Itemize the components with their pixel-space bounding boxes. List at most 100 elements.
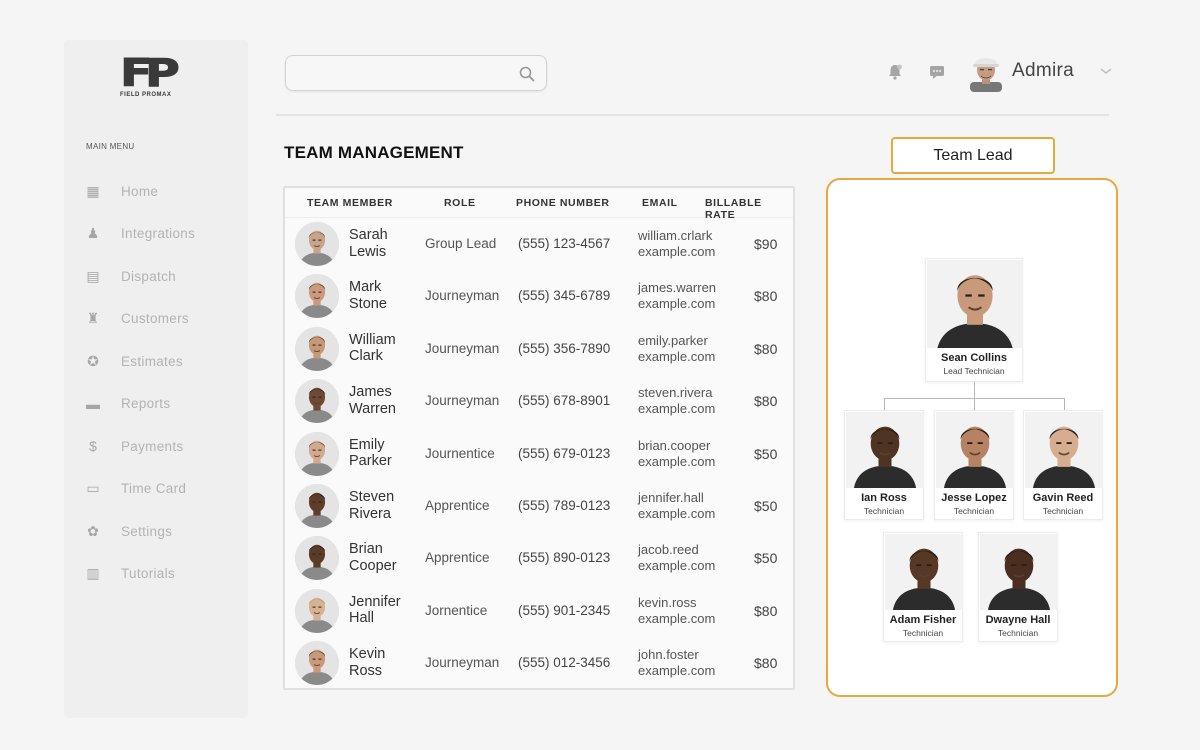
- member-billable-rate: $80: [754, 655, 778, 672]
- member-name: Jennifer Hall: [349, 594, 417, 627]
- search-input[interactable]: [286, 56, 506, 90]
- member-role: Journeyman: [425, 655, 500, 671]
- lead-card[interactable]: Sean Collins Lead Technician: [925, 256, 1023, 382]
- member-last-name: Cooper: [349, 557, 397, 574]
- member-photo: [1025, 411, 1103, 489]
- member-email-user: jennifer.hall: [638, 490, 704, 505]
- username[interactable]: Admira: [1012, 60, 1074, 82]
- table-row[interactable]: Sarah Lewis Group Lead (555) 123-4567 willia…: [285, 218, 793, 270]
- table-row[interactable]: Steven Rivera Apprentice (555) 789-0123 jenn…: [285, 480, 793, 532]
- member-name: Emily Parker: [349, 437, 417, 470]
- member-avatar: [295, 484, 339, 528]
- sidebar-item-label: Dispatch: [121, 268, 176, 284]
- member-name: William Clark: [349, 332, 417, 365]
- chevron-down-icon[interactable]: [1099, 66, 1113, 76]
- notification-bell-icon[interactable]: [886, 63, 904, 81]
- logo-mark: FP: [119, 51, 180, 95]
- member-first-name: Emily: [349, 436, 385, 453]
- user-avatar[interactable]: [970, 52, 1002, 92]
- member-last-name: Lewis: [349, 243, 387, 260]
- sidebar-item-settings[interactable]: ✿ Settings: [82, 510, 242, 553]
- table-row[interactable]: Emily Parker Journentice (555) 679-0123 bria…: [285, 428, 793, 480]
- member-phone: (555) 679-0123: [518, 445, 611, 461]
- member-last-name: Hall: [349, 610, 374, 627]
- member-card[interactable]: Ian Ross Technician: [844, 410, 924, 520]
- member-card[interactable]: Adam Fisher Technician: [883, 532, 963, 642]
- main-menu: ▦ Home ♟ Integrations ▤ Dispatch ♜ Customers ✪ Es…: [82, 170, 242, 595]
- team-lead-button[interactable]: Team Lead: [891, 137, 1055, 174]
- sidebar-item-customers[interactable]: ♜ Customers: [82, 298, 242, 341]
- member-email[interactable]: kevin.ross example.com: [638, 595, 734, 627]
- sidebar-item-integrations[interactable]: ♟ Integrations: [82, 213, 242, 256]
- member-email[interactable]: steven.rivera example.com: [638, 385, 734, 417]
- table-row[interactable]: Kevin Ross Journeyman (555) 012-3456 john.fo…: [285, 637, 793, 689]
- member-role: Apprentice: [425, 498, 490, 513]
- member-first-name: James: [349, 384, 392, 401]
- member-last-name: Warren: [349, 400, 396, 417]
- member-email[interactable]: william.crlark example.com: [638, 228, 734, 260]
- member-email-user: brian.cooper: [638, 437, 711, 453]
- sidebar-item-home[interactable]: ▦ Home: [82, 170, 242, 213]
- member-email[interactable]: john.foster example.com: [638, 647, 734, 679]
- table-row[interactable]: Jennifer Hall Jornentice (555) 901-2345 kevi…: [285, 585, 793, 637]
- chat-icon[interactable]: [928, 63, 946, 81]
- sidebar-item-payments[interactable]: $ Payments: [82, 425, 242, 468]
- column-header-phone[interactable]: PHONE NUMBER: [516, 197, 610, 209]
- group-icon: ♜: [86, 310, 100, 327]
- sidebar-item-label: Time Card: [121, 481, 187, 497]
- sidebar-item-label: Home: [121, 183, 159, 199]
- member-avatar: [295, 326, 339, 371]
- column-header-role[interactable]: ROLE: [444, 197, 476, 209]
- member-phone: (555) 789-0123: [518, 498, 611, 513]
- member-email[interactable]: jennifer.hall example.com: [638, 490, 734, 522]
- member-email[interactable]: emily.parker example.com: [638, 333, 734, 365]
- member-email-domain: example.com: [638, 348, 716, 364]
- member-role: Journeyman: [425, 340, 500, 356]
- member-card[interactable]: Dwayne Hall Technician: [978, 532, 1058, 642]
- member-last-name: Clark: [349, 348, 383, 365]
- member-phone: (555) 901-2345: [518, 602, 611, 618]
- sidebar-item-reports[interactable]: ▬ Reports: [82, 383, 242, 426]
- logo[interactable]: FP FIELD PROMAX: [119, 54, 190, 102]
- sidebar-item-tutorials[interactable]: ▥ Tutorials: [82, 553, 242, 596]
- search-icon[interactable]: [518, 65, 536, 83]
- calendar-icon: ▤: [86, 267, 100, 284]
- user-icon: ♟: [86, 225, 100, 242]
- member-card[interactable]: Jesse Lopez Technician: [934, 410, 1014, 520]
- column-header-team-member[interactable]: TEAM MEMBER: [307, 197, 393, 209]
- member-avatar: [295, 274, 339, 319]
- member-email-user: james.warren: [638, 280, 717, 296]
- table-row[interactable]: Mark Stone Journeyman (555) 345-6789 james.w…: [285, 270, 793, 322]
- column-header-email[interactable]: EMAIL: [642, 197, 678, 209]
- member-card[interactable]: Gavin Reed Technician: [1023, 410, 1103, 520]
- member-avatar: [295, 379, 339, 424]
- sidebar-item-estimates[interactable]: ✪ Estimates: [82, 340, 242, 383]
- table-row[interactable]: Brian Cooper Apprentice (555) 890-0123 jacob…: [285, 532, 793, 584]
- member-email-user: steven.rivera: [638, 385, 713, 401]
- sidebar-item-label: Settings: [121, 523, 173, 539]
- table-row[interactable]: James Warren Journeyman (555) 678-8901 steve…: [285, 375, 793, 427]
- member-email-user: jacob.reed: [638, 542, 699, 558]
- sidebar-item-time-card[interactable]: ▭ Time Card: [82, 468, 242, 511]
- member-role: Journentice: [425, 445, 495, 461]
- member-role: Technician: [863, 506, 905, 516]
- member-last-name: Ross: [349, 662, 383, 679]
- sidebar-item-label: Payments: [121, 438, 184, 454]
- search-box: [285, 55, 547, 91]
- member-role: Technician: [902, 628, 944, 638]
- member-avatar: [295, 641, 339, 686]
- member-first-name: Brian: [349, 541, 383, 558]
- member-first-name: Sarah: [349, 227, 388, 243]
- sidebar-item-dispatch[interactable]: ▤ Dispatch: [82, 255, 242, 298]
- member-role: Journeyman: [425, 288, 500, 304]
- table-row[interactable]: William Clark Journeyman (555) 356-7890 emil…: [285, 323, 793, 375]
- member-name: Dwayne Hall: [985, 614, 1051, 626]
- member-email[interactable]: jacob.reed example.com: [638, 542, 734, 574]
- member-email[interactable]: james.warren example.com: [638, 280, 734, 312]
- sidebar: FP FIELD PROMAX MAIN MENU ▦ Home ♟ Integrat…: [64, 40, 248, 718]
- member-email-domain: example.com: [638, 296, 716, 312]
- member-name: Sean Collins: [940, 352, 1008, 364]
- member-name: Kevin Ross: [349, 646, 417, 679]
- member-email[interactable]: brian.cooper example.com: [638, 438, 734, 470]
- member-billable-rate: $50: [754, 550, 778, 567]
